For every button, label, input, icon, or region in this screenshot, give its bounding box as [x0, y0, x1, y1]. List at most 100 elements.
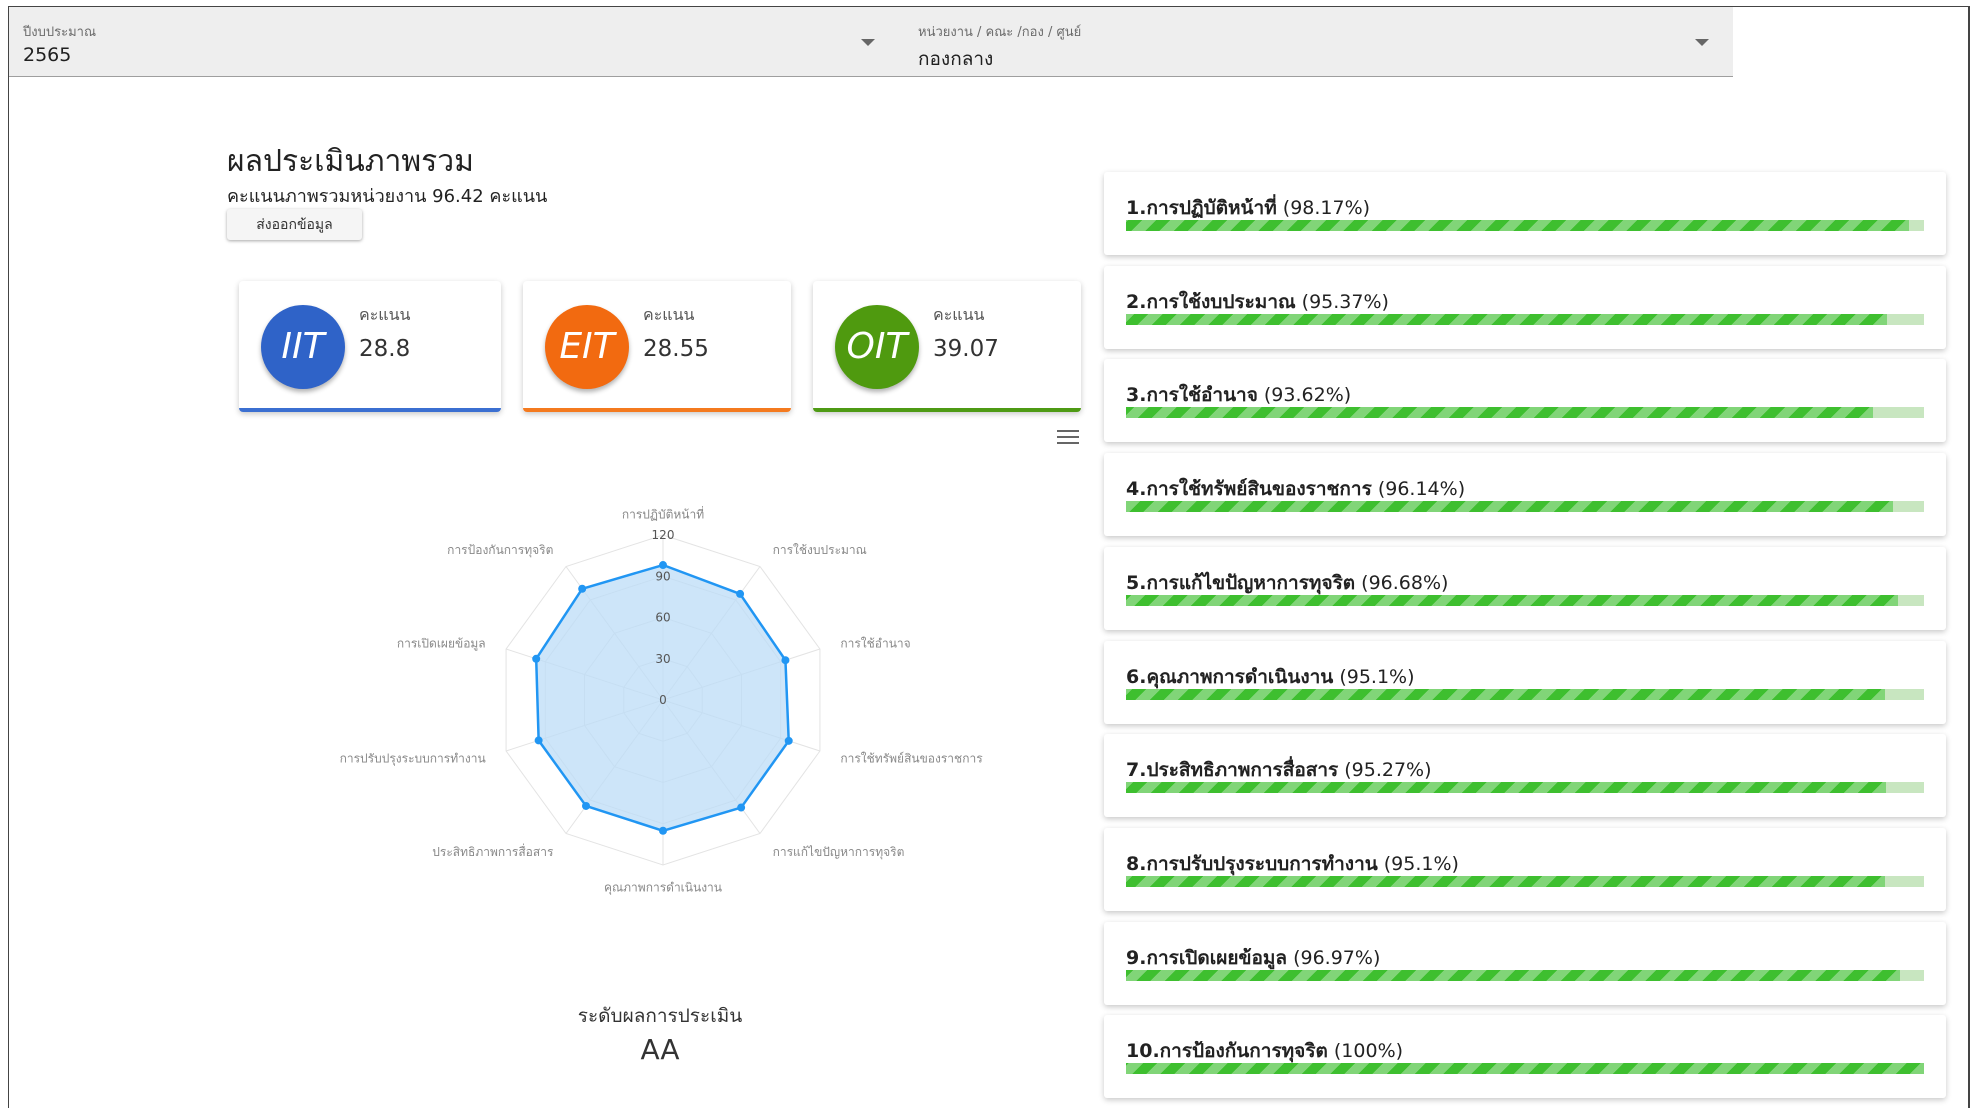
card-accent-bar [239, 408, 501, 412]
criterion-progress-fill [1126, 782, 1887, 794]
radar-data-point [532, 654, 541, 663]
radar-data-point [737, 803, 746, 812]
radar-data-point [781, 656, 790, 665]
assessment-level-value: AA [640, 1033, 680, 1066]
radar-axis-label: การใช้ทรัพย์สินของราชการ [840, 752, 983, 766]
radar-tick-label: 0 [659, 693, 667, 707]
radar-axis-label: การปรับปรุงระบบการทำงาน [340, 752, 486, 767]
criterion-name: 10.การป้องกันการทุจริต [1126, 1040, 1328, 1063]
card-accent-bar [813, 408, 1081, 412]
radar-data-point [582, 801, 591, 810]
criterion-percent: (96.68%) [1355, 571, 1449, 594]
radar-chart: 0 30 60 90 120 การปฏิบัติหน้าที่การใช้งบประมา… [340, 506, 984, 896]
criterion-percent: (95.37%) [1295, 290, 1389, 313]
criterion-card: 4.การใช้ทรัพย์สินของราชการ (96.14%) [1104, 453, 1946, 537]
criterion-name: 1.การปฏิบัติหน้าที่ [1126, 197, 1277, 219]
criterion-percent: (93.62%) [1257, 384, 1352, 407]
score-value: 28.8 [359, 336, 411, 362]
iit-badge: IIT [261, 305, 345, 389]
score-card-iit: IIT คะแนน 28.8 [239, 281, 501, 412]
criterion-percent: (95.1%) [1377, 852, 1459, 875]
criterion-name: 8.การปรับปรุงระบบการทำงาน [1126, 852, 1378, 875]
radar-data-point [736, 589, 745, 598]
criterion-card: 10.การป้องกันการทุจริต (100%) [1104, 1015, 1946, 1099]
radar-tick-label: 30 [655, 652, 670, 666]
criterion-card: 1.การปฏิบัติหน้าที่ (98.17%) [1104, 172, 1946, 255]
criterion-progress-fill [1126, 875, 1885, 887]
criterion-progress-track [1126, 688, 1924, 700]
score-label: คะแนน [933, 305, 985, 324]
criterion-label: 5.การแก้ไขปัญหาการทุจริต (96.68%) [1126, 568, 1448, 598]
criterion-percent: (96.14%) [1371, 478, 1466, 501]
unit-value: กองกลาง [918, 48, 994, 70]
criterion-progress-track [1126, 501, 1924, 513]
criterion-progress-fill [1126, 594, 1898, 606]
unit-label: หน่วยงาน / คณะ /กอง / ศูนย์ [918, 25, 1082, 40]
criterion-progress-fill [1126, 407, 1874, 419]
criterion-progress-fill [1126, 1063, 1924, 1075]
criterion-card: 9.การเปิดเผยข้อมูล (96.97%) [1104, 921, 1946, 1005]
fiscal-year-label: ปีงบประมาณ [23, 25, 96, 40]
radar-tick-label: 60 [655, 611, 670, 625]
criterion-progress-track [1126, 875, 1924, 887]
criterion-progress-track [1126, 1063, 1924, 1075]
criterion-name: 3.การใช้อำนาจ [1126, 384, 1258, 407]
export-button[interactable]: ส่งออกข้อมูล [227, 209, 362, 240]
chevron-down-icon[interactable] [861, 39, 875, 46]
criterion-card: 8.การปรับปรุงระบบการทำงาน (95.1%) [1104, 827, 1946, 911]
criterion-label: 7.ประสิทธิภาพการสื่อสาร (95.27%) [1126, 755, 1432, 785]
criterion-progress-fill [1126, 688, 1885, 700]
radar-data-point [578, 584, 587, 593]
criterion-progress-fill [1126, 969, 1900, 981]
filter-bar: ปีงบประมาณ 2565 หน่วยงาน / คณะ /กอง / ศู… [9, 7, 1733, 77]
criterion-label: 8.การปรับปรุงระบบการทำงาน (95.1%) [1126, 849, 1459, 879]
chart-menu-icon[interactable] [1057, 430, 1079, 446]
criterion-card: 7.ประสิทธิภาพการสื่อสาร (95.27%) [1104, 734, 1946, 818]
unit-select[interactable]: หน่วยงาน / คณะ /กอง / ศูนย์ กองกลาง [904, 7, 1724, 77]
criterion-name: 5.การแก้ไขปัญหาการทุจริต [1126, 571, 1356, 594]
fiscal-year-select[interactable]: ปีงบประมาณ 2565 [9, 7, 889, 77]
assessment-level-label: ระดับผลการประเมิน [577, 1005, 743, 1027]
score-label: คะแนน [359, 305, 411, 324]
criterion-progress-fill [1126, 313, 1888, 325]
criterion-progress-track [1126, 969, 1924, 981]
card-accent-bar [523, 408, 791, 412]
criterion-label: 3.การใช้อำนาจ (93.62%) [1126, 380, 1351, 410]
criterion-card: 2.การใช้งบประมาณ (95.37%) [1104, 265, 1946, 349]
radar-tick-label: 120 [652, 528, 675, 542]
criterion-percent: (95.1%) [1333, 665, 1415, 688]
criterion-progress-track [1126, 313, 1924, 325]
radar-axis-label: การเปิดเผยข้อมูล [397, 636, 486, 651]
criterion-label: 1.การปฏิบัติหน้าที่ (98.17%) [1126, 193, 1370, 223]
radar-data-point [659, 826, 667, 835]
overview-title: ผลประเมินภาพรวม [227, 144, 474, 179]
radar-tick-label: 90 [655, 569, 670, 583]
criterion-name: 9.การเปิดเผยข้อมูล [1126, 946, 1288, 969]
criterion-progress-track [1126, 220, 1924, 231]
radar-data-point [659, 561, 667, 570]
criterion-progress-track [1126, 407, 1924, 419]
criterion-name: 4.การใช้ทรัพย์สินของราชการ [1126, 478, 1372, 501]
criterion-card: 3.การใช้อำนาจ (93.62%) [1104, 359, 1946, 443]
score-card-oit: OIT คะแนน 39.07 [813, 281, 1081, 412]
criterion-card: 5.การแก้ไขปัญหาการทุจริต (96.68%) [1104, 546, 1946, 630]
score-card-eit: EIT คะแนน 28.55 [523, 281, 791, 412]
radar-data-point [534, 736, 543, 745]
criterion-label: 6.คุณภาพการดำเนินงาน (95.1%) [1126, 662, 1415, 692]
score-label: คะแนน [643, 305, 695, 324]
criterion-name: 6.คุณภาพการดำเนินงาน [1126, 665, 1334, 688]
criterion-label: 9.การเปิดเผยข้อมูล (96.97%) [1126, 943, 1380, 973]
eit-badge: EIT [545, 305, 629, 389]
criterion-progress-fill [1126, 501, 1894, 513]
criterion-progress-track [1126, 782, 1924, 794]
overview-subtitle: คะแนนภาพรวมหน่วยงาน 96.42 คะแนน [227, 186, 548, 207]
criterion-percent: (100%) [1327, 1040, 1404, 1063]
criterion-percent: (95.27%) [1338, 759, 1432, 782]
criterion-label: 2.การใช้งบประมาณ (95.37%) [1126, 287, 1389, 317]
radar-axis-label: การใช้งบประมาณ [773, 543, 867, 557]
criterion-name: 2.การใช้งบประมาณ [1126, 290, 1296, 313]
radar-axis-label: ประสิทธิภาพการสื่อสาร [432, 843, 554, 859]
criterion-progress-track [1126, 594, 1924, 606]
chevron-down-icon[interactable] [1695, 39, 1709, 46]
score-value: 39.07 [933, 336, 999, 362]
